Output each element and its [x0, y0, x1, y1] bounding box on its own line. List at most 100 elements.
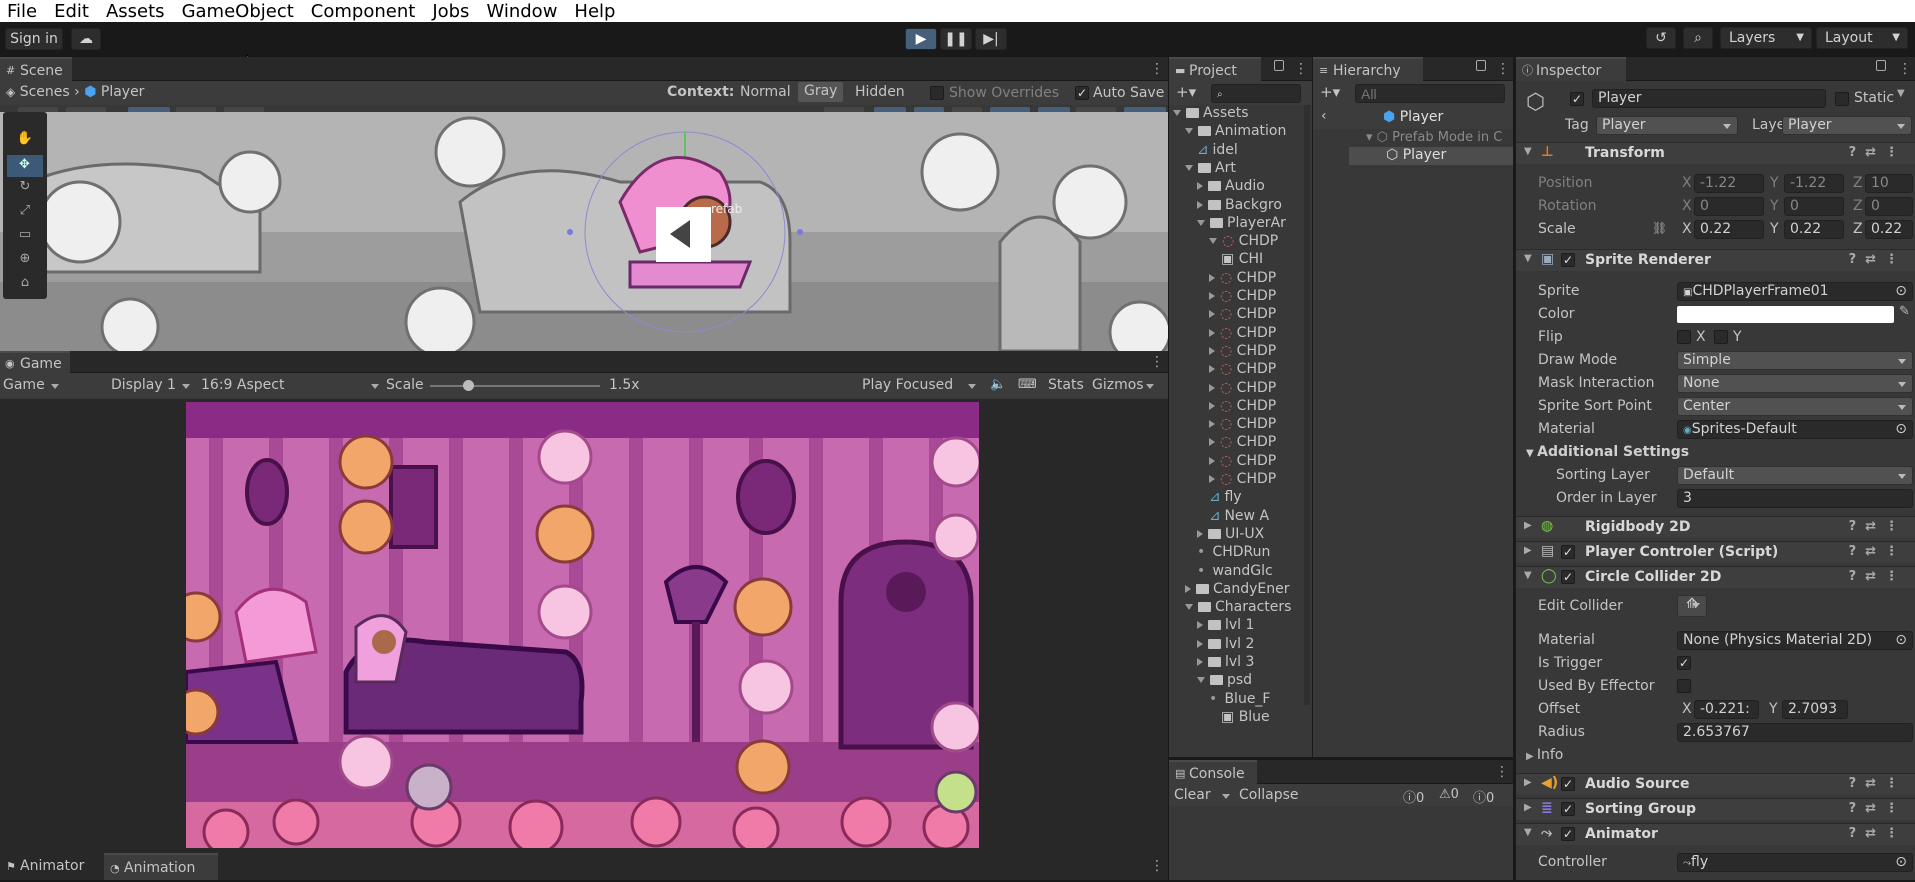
kebab-menu-icon[interactable]: ⋮: [1496, 61, 1510, 77]
sprite-sort-point-dropdown[interactable]: Center: [1677, 397, 1913, 416]
play-button[interactable]: ▶: [905, 28, 937, 50]
cloud-icon[interactable]: ☁: [71, 28, 101, 50]
project-item[interactable]: UI-UX: [1173, 526, 1264, 542]
audio-source-header[interactable]: ▶ ◀) ✓ Audio Source ?⇄⋮: [1516, 773, 1915, 795]
lock-icon[interactable]: [1476, 60, 1486, 71]
position-x-field[interactable]: -1.22: [1694, 174, 1764, 193]
project-item[interactable]: Assets: [1173, 105, 1249, 121]
transform-tool-icon[interactable]: ⊕: [7, 251, 43, 273]
active-checkbox[interactable]: ✓: [1570, 92, 1584, 106]
component-actions[interactable]: ?⇄⋮: [1849, 776, 1907, 791]
scale-x-field[interactable]: 0.22: [1694, 220, 1764, 239]
component-actions[interactable]: ?⇄⋮: [1849, 519, 1907, 534]
project-item[interactable]: ◌ CHDP: [1173, 325, 1276, 341]
flip-x-checkbox[interactable]: [1677, 330, 1691, 344]
sorting-group-enabled-checkbox[interactable]: ✓: [1561, 802, 1575, 816]
sorting-layer-dropdown[interactable]: Default: [1677, 466, 1913, 485]
context-hidden-button[interactable]: Hidden: [855, 84, 905, 100]
scene-view[interactable]: refab ✋ ✥ ↻ ⤢ ▭ ⊕ ⌂: [0, 112, 1168, 351]
scale-y-field[interactable]: 0.22: [1784, 220, 1844, 239]
scale-z-field[interactable]: 0.22: [1865, 220, 1913, 239]
project-item[interactable]: lvl 2: [1173, 636, 1254, 652]
project-item[interactable]: ⊿ New A: [1173, 508, 1269, 524]
show-overrides-checkbox[interactable]: [930, 86, 944, 100]
material-field[interactable]: ◉Sprites-Default ⊙: [1677, 420, 1913, 439]
tab-game[interactable]: ◉ Game: [0, 351, 70, 373]
menu-edit[interactable]: Edit: [54, 1, 89, 22]
hand-tool-icon[interactable]: ✋: [7, 131, 43, 153]
lock-icon[interactable]: [1876, 60, 1886, 71]
object-name-input[interactable]: Player: [1592, 89, 1826, 108]
player-controller-enabled-checkbox[interactable]: ✓: [1561, 545, 1575, 559]
is-trigger-checkbox[interactable]: ✓: [1677, 656, 1691, 670]
error-count[interactable]: ⓘ0: [1473, 787, 1494, 806]
custom-tool-icon[interactable]: ⌂: [7, 275, 43, 297]
project-item[interactable]: ◌ CHDP: [1173, 434, 1276, 450]
project-item[interactable]: ◌ CHDP: [1173, 471, 1276, 487]
project-item[interactable]: Backgro: [1173, 197, 1282, 213]
used-by-effector-checkbox[interactable]: [1677, 679, 1691, 693]
menu-window[interactable]: Window: [486, 1, 557, 22]
animator-header[interactable]: ▼ ⤳ ✓ Animator ?⇄⋮: [1516, 823, 1915, 845]
edit-collider-button[interactable]: ⟰: [1677, 595, 1707, 617]
project-item[interactable]: ◌ CHDP: [1173, 270, 1276, 286]
rect-tool-icon[interactable]: ▭: [7, 227, 43, 249]
rotate-tool-icon[interactable]: ↻: [7, 179, 43, 201]
game-mode-dropdown[interactable]: Game: [3, 377, 59, 393]
pause-button[interactable]: ❚❚: [940, 28, 972, 50]
add-icon[interactable]: +▾: [1320, 83, 1340, 101]
speaker-icon[interactable]: 🔈: [990, 377, 1006, 392]
hierarchy-search-input[interactable]: [1355, 84, 1505, 103]
mask-interaction-dropdown[interactable]: None: [1677, 374, 1913, 393]
project-item[interactable]: • CHDRun: [1173, 544, 1270, 560]
radius-field[interactable]: 2.653767: [1677, 723, 1913, 742]
project-item[interactable]: ⊿ idel: [1173, 142, 1238, 158]
tab-animator[interactable]: ⚑ Animator: [0, 853, 102, 880]
scale-tool-icon[interactable]: ⤢: [7, 203, 43, 225]
menu-file[interactable]: File: [7, 1, 37, 22]
offset-y-field[interactable]: 2.7093: [1782, 700, 1848, 719]
tab-console[interactable]: ▤ Console: [1169, 760, 1257, 784]
component-actions[interactable]: ?⇄⋮: [1849, 801, 1907, 816]
position-y-field[interactable]: -1.22: [1784, 174, 1844, 193]
warning-count[interactable]: ⚠0: [1439, 787, 1459, 802]
sprite-field[interactable]: ▣CHDPlayerFrame01 ⊙: [1677, 282, 1913, 301]
sorting-group-header[interactable]: ▶ ≣ ✓ Sorting Group ?⇄⋮: [1516, 798, 1915, 820]
context-gray-button[interactable]: Gray: [798, 82, 844, 102]
project-item[interactable]: ◌ CHDP: [1173, 361, 1276, 377]
project-scrollbar[interactable]: [1304, 105, 1310, 705]
scale-slider-handle[interactable]: [463, 380, 474, 391]
rigidbody-header[interactable]: ▶ ◍ Rigidbody 2D ?⇄⋮: [1516, 516, 1915, 538]
rotation-x-field[interactable]: 0: [1694, 197, 1764, 216]
project-item[interactable]: Characters: [1173, 599, 1291, 615]
log-count[interactable]: ⓘ0: [1403, 787, 1424, 806]
layer-dropdown[interactable]: Player: [1782, 116, 1912, 135]
draw-mode-dropdown[interactable]: Simple: [1677, 351, 1913, 370]
project-search-input[interactable]: ⌕: [1211, 84, 1301, 103]
project-item[interactable]: ◌ CHDP: [1173, 233, 1278, 249]
tab-hierarchy[interactable]: ≡ Hierarchy: [1313, 57, 1423, 81]
menu-jobs[interactable]: Jobs: [432, 1, 469, 22]
static-checkbox[interactable]: [1835, 92, 1849, 106]
project-item[interactable]: CandyEner: [1173, 581, 1290, 597]
project-item[interactable]: ◌ CHDP: [1173, 453, 1276, 469]
chevron-down-icon[interactable]: ▼: [1897, 88, 1905, 99]
position-z-field[interactable]: 10: [1865, 174, 1913, 193]
move-tool-icon[interactable]: ✥: [7, 155, 43, 177]
prefab-mode-row[interactable]: ▾ ⬡ Prefab Mode in C: [1313, 130, 1513, 147]
context-normal-button[interactable]: Normal: [740, 84, 791, 100]
audio-source-enabled-checkbox[interactable]: ✓: [1561, 777, 1575, 791]
order-in-layer-field[interactable]: 3: [1677, 489, 1913, 508]
rotation-y-field[interactable]: 0: [1784, 197, 1844, 216]
offset-x-field[interactable]: -0.221:: [1694, 700, 1759, 719]
project-item[interactable]: Audio: [1173, 178, 1265, 194]
project-item[interactable]: ◌ CHDP: [1173, 288, 1276, 304]
project-item[interactable]: psd: [1173, 672, 1252, 688]
transform-header[interactable]: ▼ ⊥ Transform ?⇄⋮: [1516, 142, 1915, 164]
eyedropper-icon[interactable]: ✎: [1899, 304, 1910, 319]
breadcrumb-root[interactable]: Scenes: [20, 84, 70, 100]
hierarchy-item-player[interactable]: ⬡ Player: [1349, 147, 1513, 165]
layout-dropdown[interactable]: Layout ▼: [1816, 27, 1908, 49]
project-item[interactable]: • wandGlc: [1173, 563, 1273, 579]
tab-project[interactable]: ▬ Project: [1169, 57, 1261, 81]
